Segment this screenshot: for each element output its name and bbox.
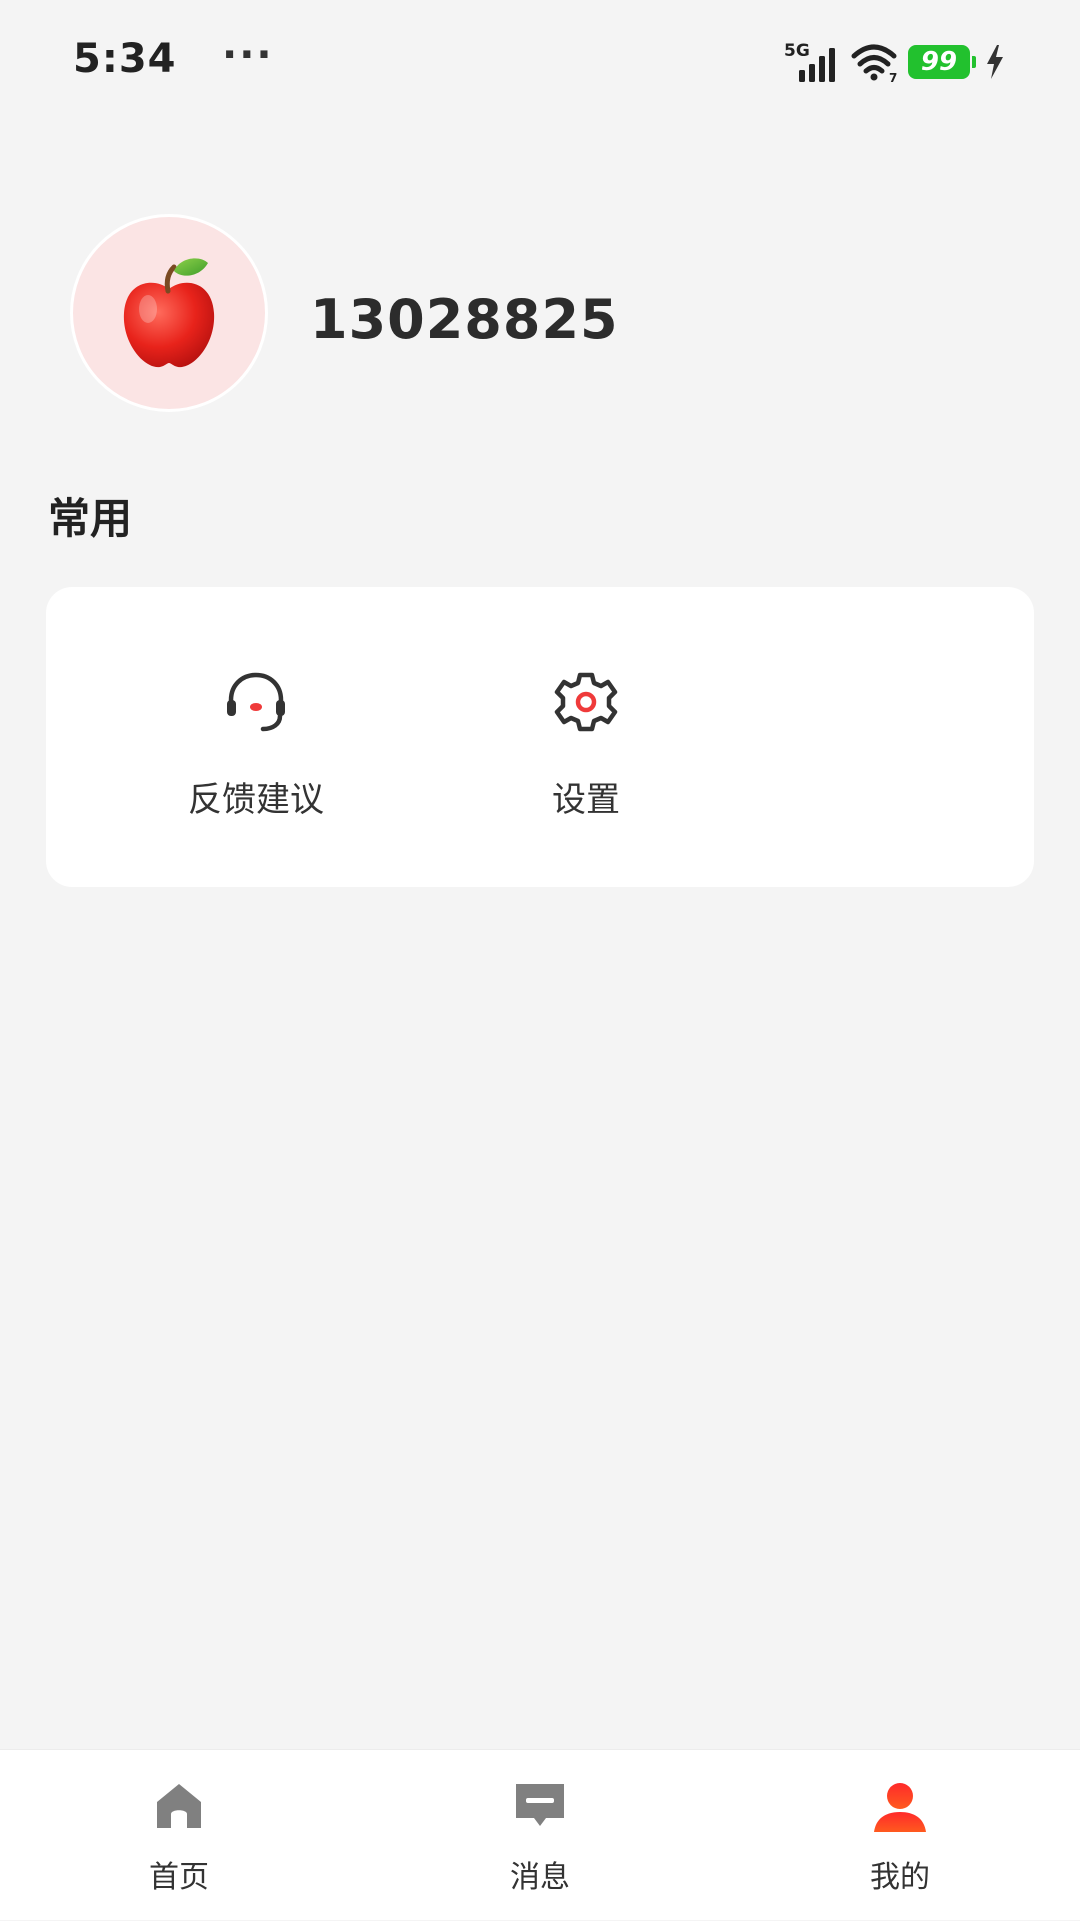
nav-label-mine: 我的: [870, 1860, 930, 1895]
home-icon: [157, 1784, 201, 1828]
apple-icon: [123, 258, 215, 368]
user-id: 13028825: [310, 288, 619, 351]
battery-level: 99: [920, 47, 958, 77]
bottom-nav: 首页 消息 我的: [0, 1749, 1080, 1920]
nav-item-messages[interactable]: 消息: [440, 1750, 640, 1921]
common-functions-card: 反馈建议 设置: [46, 587, 1034, 887]
avatar[interactable]: [70, 214, 268, 412]
nav-label-messages: 消息: [510, 1860, 570, 1895]
battery-indicator: 99: [908, 45, 976, 79]
user-icon: [874, 1783, 926, 1832]
nav-label-home: 首页: [149, 1860, 209, 1895]
settings-button[interactable]: 设置: [461, 587, 711, 887]
status-icons: 5G 7 99: [782, 36, 1006, 88]
settings-label: 设置: [552, 780, 620, 820]
wifi-badge: 7: [889, 71, 897, 84]
nav-item-mine[interactable]: 我的: [800, 1750, 1000, 1921]
status-bar: 5:34 ··· 5G 7 99: [0, 0, 1080, 125]
wifi-icon: 7: [851, 44, 897, 84]
network-label: 5G: [784, 41, 810, 61]
signal-5g-icon: 5G: [784, 41, 835, 82]
gear-icon: [554, 672, 618, 732]
feedback-button[interactable]: 反馈建议: [131, 587, 381, 887]
feedback-label: 反馈建议: [188, 780, 324, 820]
headset-icon: [227, 672, 285, 732]
more-dots: ···: [222, 32, 274, 78]
status-time: 5:34: [73, 36, 177, 82]
message-icon: [516, 1784, 564, 1826]
nav-item-home[interactable]: 首页: [79, 1750, 279, 1921]
section-title: 常用: [48, 494, 133, 543]
charging-icon: [987, 45, 1003, 79]
